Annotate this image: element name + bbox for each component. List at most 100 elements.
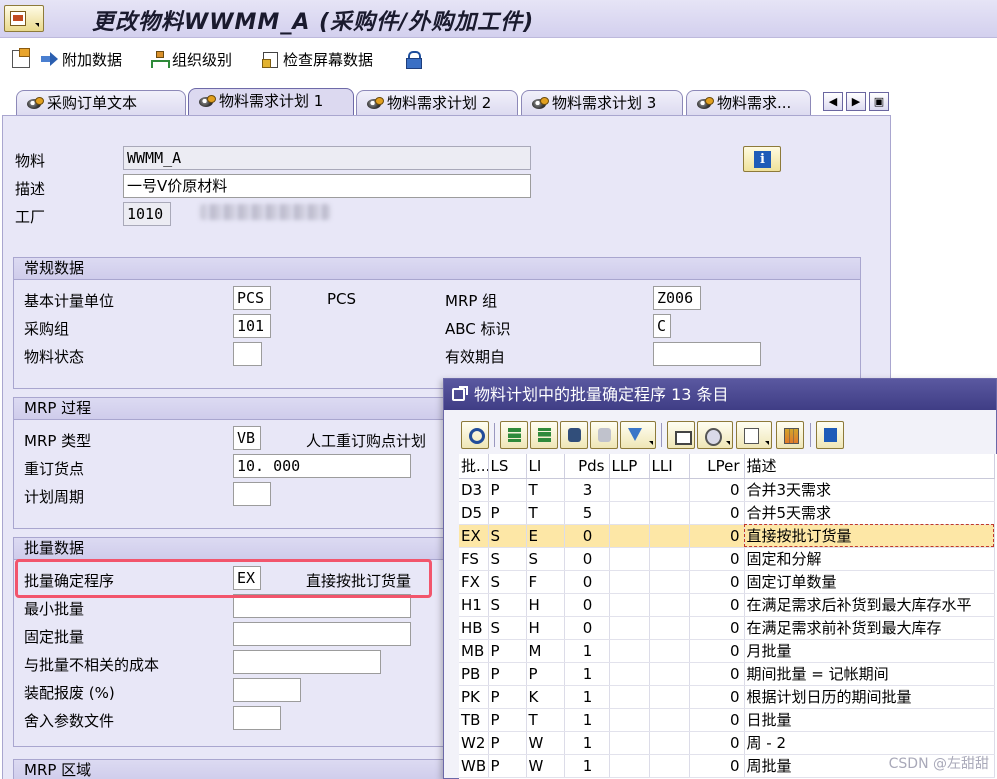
material-field: WWMM_A	[123, 146, 531, 170]
popup-info-button[interactable]	[816, 421, 844, 449]
filter-button[interactable]	[620, 421, 656, 449]
table-row[interactable]: FX S F 0 0 固定订单数量	[459, 570, 995, 594]
base-uom-text: PCS	[327, 290, 357, 308]
description-field[interactable]: 一号V价原材料	[123, 174, 531, 198]
table-cell-desc: 在满足需求后补货到最大库存水平	[744, 593, 995, 617]
table-cell-code: D3	[459, 478, 489, 502]
table-cell-lli	[649, 639, 690, 663]
table-cell-ls: S	[488, 616, 527, 640]
mrp-group-field[interactable]: Z006	[653, 286, 701, 310]
table-cell-ls: P	[488, 754, 527, 778]
mrp-type-field[interactable]: VB	[233, 426, 261, 450]
popup-title: 物料计划中的批量确定程序 13 条目	[474, 385, 729, 404]
table-cell-desc: 根据计划日历的期间批量	[744, 685, 995, 709]
table-cell-li: E	[526, 524, 565, 548]
table-row[interactable]: MB P M 1 0 月批量	[459, 639, 995, 663]
sort-descending-button[interactable]	[530, 421, 558, 449]
system-menu-button[interactable]	[4, 5, 44, 32]
table-row[interactable]: PB P P 1 0 期间批量 = 记帐期间	[459, 662, 995, 686]
table-cell-lper: 0	[689, 708, 745, 732]
table-cell-desc: 合并3天需求	[744, 478, 995, 502]
tab-gear-icon	[367, 97, 384, 111]
column-header[interactable]: 描述	[744, 454, 995, 479]
tab-mrp-more[interactable]: 物料需求...	[686, 90, 811, 116]
application-toolbar: 附加数据 组织级别 检查屏幕数据	[0, 39, 997, 79]
print-button[interactable]	[667, 421, 695, 449]
column-header[interactable]: LPer	[689, 454, 745, 479]
find-button[interactable]	[461, 421, 489, 449]
purchasing-group-label: 采购组	[24, 320, 70, 338]
valid-from-field[interactable]	[653, 342, 761, 366]
external-window-icon	[452, 386, 468, 401]
table-cell-ls: P	[488, 501, 527, 525]
table-cell-ls: P	[488, 639, 527, 663]
table-cell-pds: 0	[564, 570, 610, 594]
table-row[interactable]: TB P T 1 0 日批量	[459, 708, 995, 732]
check-data-icon	[261, 50, 279, 68]
rounding-profile-field[interactable]	[233, 706, 281, 730]
fixed-lot-size-field[interactable]	[233, 622, 411, 646]
layout-grid-button[interactable]	[776, 421, 804, 449]
check-screen-data-label: 检查屏幕数据	[283, 50, 374, 69]
search-binoculars-button[interactable]	[560, 421, 588, 449]
export-button[interactable]	[736, 421, 772, 449]
column-header[interactable]: 批...	[459, 454, 489, 479]
column-header[interactable]: LI	[526, 454, 565, 479]
tab-label: 采购订单文本	[47, 94, 138, 112]
sort-ascending-button[interactable]	[500, 421, 528, 449]
table-cell-lli	[649, 685, 690, 709]
table-cell-lli	[649, 754, 690, 778]
org-levels-button[interactable]: 组织级别	[150, 48, 232, 70]
table-cell-ls: P	[488, 708, 527, 732]
base-uom-field[interactable]: PCS	[233, 286, 271, 310]
tab-mrp-3[interactable]: 物料需求计划 3	[521, 90, 683, 116]
general-data-title: 常规数据	[14, 258, 860, 280]
ordering-cost-field[interactable]	[233, 650, 381, 674]
table-row[interactable]: EX S E 0 0 直接按批订货量	[459, 524, 995, 548]
table-row[interactable]: D3 P T 3 0 合并3天需求	[459, 478, 995, 502]
check-screen-data-button[interactable]: 检查屏幕数据	[261, 48, 373, 70]
purchasing-group-field[interactable]: 101	[233, 314, 271, 338]
tab-gear-icon	[532, 97, 549, 111]
tab-label: 物料需求计划 1	[219, 92, 324, 110]
table-row[interactable]: HB S H 0 0 在满足需求前补货到最大库存	[459, 616, 995, 640]
mrp-type-label: MRP 类型	[24, 432, 92, 450]
table-row[interactable]: FS S S 0 0 固定和分解	[459, 547, 995, 571]
planning-cycle-label: 计划周期	[24, 488, 85, 506]
table-cell-pds: 0	[564, 524, 610, 548]
tab-purchase-order-text[interactable]: 采购订单文本	[16, 90, 186, 116]
dropdown-arrow-icon	[35, 23, 39, 27]
tab-scroll-left-button[interactable]: ◀	[823, 92, 843, 111]
tab-strip: 采购订单文本 物料需求计划 1 物料需求计划 2 物料需求计划 3 物料需求..…	[0, 88, 997, 116]
table-cell-desc: 直接按批订货量	[744, 524, 995, 548]
reorder-point-field[interactable]: 10. 000	[233, 454, 411, 478]
new-document-button[interactable]	[12, 48, 34, 70]
table-cell-ls: S	[488, 570, 527, 594]
additional-data-button[interactable]: 附加数据	[40, 48, 122, 70]
view-button[interactable]	[697, 421, 733, 449]
tab-scroll-right-button[interactable]: ▶	[846, 92, 866, 111]
tab-mrp-1[interactable]: 物料需求计划 1	[188, 88, 354, 116]
table-row[interactable]: PK P K 1 0 根据计划日历的期间批量	[459, 685, 995, 709]
table-row[interactable]: H1 S H 0 0 在满足需求后补货到最大库存水平	[459, 593, 995, 617]
tab-mrp-2[interactable]: 物料需求计划 2	[356, 90, 518, 116]
column-header[interactable]: LLP	[609, 454, 650, 479]
table-cell-li: K	[526, 685, 565, 709]
column-header[interactable]: LLI	[649, 454, 690, 479]
table-cell-desc: 在满足需求前补货到最大库存	[744, 616, 995, 640]
table-row[interactable]: D5 P T 5 0 合并5天需求	[459, 501, 995, 525]
abc-indicator-field[interactable]: C	[653, 314, 671, 338]
assembly-scrap-field[interactable]	[233, 678, 301, 702]
info-button[interactable]: i	[743, 146, 781, 172]
material-status-field[interactable]	[233, 342, 262, 366]
table-row[interactable]: W2 P W 1 0 周 - 2	[459, 731, 995, 755]
column-header[interactable]: Pds	[564, 454, 610, 479]
tab-list-button[interactable]: ▣	[869, 92, 889, 111]
table-cell-ls: P	[488, 731, 527, 755]
lock-button[interactable]	[404, 48, 426, 70]
valid-from-label: 有效期自	[445, 348, 506, 366]
column-header[interactable]: LS	[488, 454, 527, 479]
general-data-group: 常规数据 基本计量单位 PCS PCS MRP 组 Z006 采购组 101 A…	[13, 257, 861, 389]
planning-cycle-field[interactable]	[233, 482, 271, 506]
additional-data-label: 附加数据	[62, 50, 123, 69]
